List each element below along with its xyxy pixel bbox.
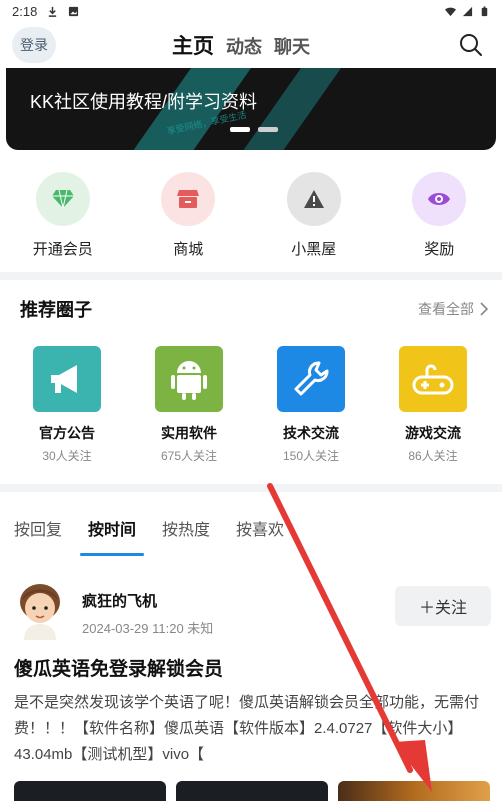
tab-by-heat[interactable]: 按热度 <box>162 510 210 558</box>
recommended-circles: 官方公告 30人关注 实用软件 675人关注 技术交流 150人关注 游戏交流 … <box>0 346 502 464</box>
post-body[interactable]: 是不是突然发现该学个英语了呢！傻瓜英语解锁会员全部功能，无需付费！！！【软件名称… <box>14 690 490 768</box>
circle-tech[interactable]: 技术交流 150人关注 <box>250 346 372 464</box>
avatar[interactable] <box>14 578 66 640</box>
section-title: 推荐圈子 <box>20 300 92 320</box>
quick-nav-membership[interactable]: 开通会员 <box>0 172 126 262</box>
image-icon <box>69 6 79 16</box>
wrench-icon <box>294 361 329 396</box>
login-button[interactable]: 登录 <box>12 27 56 63</box>
section-divider <box>0 272 502 280</box>
quick-nav-rewards[interactable]: 奖励 <box>377 172 502 262</box>
tab-by-time[interactable]: 按时间 <box>80 510 145 558</box>
post-image[interactable] <box>338 781 490 801</box>
quick-nav-label: 奖励 <box>424 241 455 258</box>
quick-nav-label: 商城 <box>173 241 204 258</box>
post-image[interactable] <box>14 781 166 801</box>
post-image[interactable] <box>176 781 328 801</box>
carousel-dot <box>230 127 250 132</box>
tab-by-likes[interactable]: 按喜欢 <box>236 510 284 558</box>
store-icon <box>177 190 200 208</box>
banner-title: KK社区使用教程/附学习资料 <box>30 92 258 112</box>
quick-nav-blacklist[interactable]: 小黑屋 <box>251 172 377 262</box>
quick-nav-store[interactable]: 商城 <box>126 172 252 262</box>
tab-chat[interactable]: 聊天 <box>274 33 310 59</box>
quick-nav-label: 开通会员 <box>32 241 93 258</box>
top-tabs: 主页 动态 聊天 <box>172 30 310 60</box>
circle-games[interactable]: 游戏交流 86人关注 <box>372 346 494 464</box>
status-time: 2:18 <box>12 3 38 19</box>
gamepad-icon <box>412 364 454 395</box>
status-bar: 2:18 <box>0 0 502 22</box>
quick-nav: 开通会员 商城 小黑屋 奖励 <box>0 172 502 262</box>
circle-follow-count: 86人关注 <box>408 449 458 463</box>
follow-button[interactable]: ＋关注 <box>395 586 491 626</box>
tab-feed[interactable]: 动态 <box>226 33 262 59</box>
wifi-icon <box>445 7 456 16</box>
diamond-icon <box>51 189 74 209</box>
post-images <box>14 781 490 801</box>
circle-official[interactable]: 官方公告 30人关注 <box>6 346 128 464</box>
sort-tabs: 按回复 按时间 按热度 按喜欢 <box>0 510 502 558</box>
circle-software[interactable]: 实用软件 675人关注 <box>128 346 250 464</box>
circle-name: 实用软件 <box>161 425 217 441</box>
recommended-header: 推荐圈子 查看全部 <box>20 296 488 322</box>
tab-home[interactable]: 主页 <box>172 30 214 60</box>
tab-by-reply[interactable]: 按回复 <box>14 510 62 558</box>
circle-name: 官方公告 <box>39 425 95 441</box>
megaphone-icon <box>51 365 77 393</box>
quick-nav-label: 小黑屋 <box>291 241 337 258</box>
author-name[interactable]: 疯狂的飞机 <box>82 590 157 611</box>
circle-follow-count: 675人关注 <box>160 449 218 463</box>
carousel-indicator <box>230 127 278 132</box>
view-all-link[interactable]: 查看全部 <box>418 299 488 319</box>
top-header: 登录 主页 动态 聊天 <box>0 24 502 68</box>
circle-name: 技术交流 <box>283 425 339 441</box>
warning-icon <box>303 190 324 208</box>
chevron-right-icon <box>480 302 488 316</box>
post-meta: 2024-03-29 11:20 未知 <box>82 621 214 636</box>
banner-carousel[interactable]: KK社区使用教程/附学习资料 享受网络，享受生活 <box>6 68 496 150</box>
circle-name: 游戏交流 <box>405 425 461 441</box>
signal-icon <box>462 6 473 16</box>
battery-icon <box>481 5 488 16</box>
circle-follow-count: 30人关注 <box>42 449 92 463</box>
android-icon <box>171 361 207 400</box>
carousel-dot <box>258 127 278 132</box>
download-icon <box>49 6 57 17</box>
circle-follow-count: 150人关注 <box>282 449 340 463</box>
section-divider <box>0 484 502 492</box>
post-title[interactable]: 傻瓜英语免登录解锁会员 <box>14 654 223 681</box>
search-icon[interactable] <box>458 32 484 58</box>
eye-icon <box>428 193 451 205</box>
